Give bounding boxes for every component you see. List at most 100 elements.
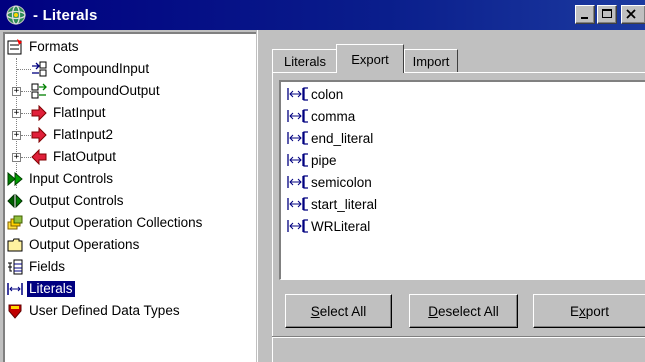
button-label: elect All — [319, 303, 367, 319]
button-label: eselect All — [437, 303, 499, 319]
tree-item-flat-input2[interactable]: FlatInput2 — [31, 124, 115, 146]
close-button[interactable] — [621, 5, 645, 24]
tree-item-label: User Defined Data Types — [29, 303, 180, 318]
literal-icon — [7, 283, 23, 295]
expand-toggle[interactable]: + — [12, 153, 21, 162]
tree-item-output-operations[interactable]: Output Operations — [7, 234, 141, 256]
flat-output-arrow-icon — [31, 149, 47, 165]
tab-label: Import — [412, 53, 450, 69]
tab-label: Literals — [284, 53, 326, 69]
tree-item-label: FlatInput — [53, 105, 106, 120]
button-label: E — [569, 303, 579, 319]
expand-toggle[interactable]: + — [12, 109, 21, 118]
expand-toggle[interactable]: + — [12, 131, 21, 140]
tree-item-label: FlatOutput — [53, 149, 117, 164]
tree-item-label: Input Controls — [29, 171, 114, 186]
app-globe-icon[interactable] — [5, 4, 27, 26]
tree-item-label: Formats — [29, 39, 79, 54]
accelerator-key: S — [310, 303, 320, 319]
details-panel: Literals Export Import colon comma end_l… — [268, 32, 645, 362]
maximize-button[interactable] — [597, 5, 617, 24]
literals-window: - Literals + + + + Formats CompoundInput… — [0, 0, 645, 362]
output-controls-icon — [7, 193, 23, 209]
list-item-end-literal[interactable]: end_literal — [287, 127, 373, 149]
list-item-start-literal[interactable]: start_literal — [287, 193, 377, 215]
list-item-label: colon — [311, 86, 344, 102]
tree-item-compound-output[interactable]: CompoundOutput — [31, 80, 162, 102]
tree-connector — [21, 157, 31, 158]
list-item-colon[interactable]: colon — [287, 83, 343, 105]
list-item-label: end_literal — [311, 130, 374, 146]
tree-item-label: Literals — [27, 281, 75, 297]
fields-icon — [8, 259, 23, 275]
list-item-label: start_literal — [311, 196, 378, 212]
button-label: port — [585, 303, 610, 319]
minimize-button[interactable] — [575, 5, 595, 24]
accelerator-key: x — [579, 303, 586, 319]
tree-item-literals[interactable]: Literals — [7, 278, 75, 300]
close-icon — [626, 9, 636, 19]
list-item-label: semicolon — [311, 174, 372, 190]
literal-icon — [287, 109, 308, 123]
tree-item-formats[interactable]: Formats — [7, 36, 81, 58]
tree-item-input-controls[interactable]: Input Controls — [7, 168, 115, 190]
tab-export[interactable]: Export — [336, 44, 404, 73]
literal-icon — [287, 153, 308, 167]
tab-label: Export — [351, 51, 389, 67]
tree-item-label: FlatInput2 — [53, 127, 114, 142]
compound-output-icon — [31, 83, 47, 99]
literal-icon — [287, 197, 308, 211]
literal-icon — [287, 219, 308, 233]
flat-input-arrow-icon — [31, 105, 47, 121]
tree-connector — [21, 135, 31, 136]
maximize-icon — [602, 9, 612, 18]
tree-item-label: CompoundOutput — [53, 83, 160, 98]
input-controls-icon — [7, 171, 23, 187]
tree-item-fields[interactable]: Fields — [7, 256, 67, 278]
accelerator-key: D — [428, 303, 438, 319]
list-item-label: WRLiteral — [311, 218, 371, 234]
tab-literals[interactable]: Literals — [272, 49, 338, 72]
tree-item-user-defined-data-types[interactable]: User Defined Data Types — [7, 300, 182, 322]
title-bar[interactable]: - Literals — [0, 0, 645, 30]
pane-splitter[interactable] — [257, 30, 267, 362]
list-item-comma[interactable]: comma — [287, 105, 355, 127]
tree-item-label: Fields — [29, 259, 66, 274]
tree-item-compound-input[interactable]: CompoundInput — [31, 58, 151, 80]
tree-item-flat-output[interactable]: FlatOutput — [31, 146, 118, 168]
list-item-label: comma — [311, 108, 356, 124]
tree-item-output-controls[interactable]: Output Controls — [7, 190, 126, 212]
list-item-pipe[interactable]: pipe — [287, 149, 337, 171]
minimize-icon — [581, 17, 588, 19]
literal-icon — [287, 87, 308, 101]
bottom-divider — [272, 336, 645, 338]
tree-item-label: Output Operations — [29, 237, 140, 252]
tree-connector — [17, 69, 31, 70]
formats-icon — [7, 39, 22, 55]
export-button[interactable]: Ex port — [533, 294, 645, 328]
tree-connector — [21, 91, 31, 92]
select-all-button[interactable]: Select All — [285, 294, 392, 328]
tab-import[interactable]: Import — [404, 49, 458, 72]
tree-item-label: CompoundInput — [53, 61, 150, 76]
user-types-icon — [8, 304, 22, 319]
literal-icon — [287, 175, 308, 189]
flat-input-arrow-icon — [31, 127, 47, 143]
list-item-label: pipe — [311, 152, 337, 168]
tree-item-output-operation-collections[interactable]: Output Operation Collections — [7, 212, 204, 234]
list-item-wrliteral[interactable]: WRLiteral — [287, 215, 370, 237]
deselect-all-button[interactable]: Deselect All — [409, 294, 518, 328]
literals-listbox[interactable]: colon comma end_literal pipe semicolon s… — [279, 80, 645, 280]
expand-toggle[interactable]: + — [12, 87, 21, 96]
operation-collections-icon — [7, 215, 23, 230]
folder-icon — [7, 238, 23, 252]
window-title: - Literals — [33, 6, 98, 24]
tree-item-label: Output Controls — [29, 193, 124, 208]
tree-connector — [21, 113, 31, 114]
compound-input-icon — [32, 61, 47, 77]
list-item-semicolon[interactable]: semicolon — [287, 171, 372, 193]
literal-icon — [287, 131, 308, 145]
tree-item-flat-input[interactable]: FlatInput — [31, 102, 108, 124]
tree-view[interactable]: + + + + Formats CompoundInput CompoundOu… — [3, 32, 256, 362]
tree-item-label: Output Operation Collections — [29, 215, 203, 230]
